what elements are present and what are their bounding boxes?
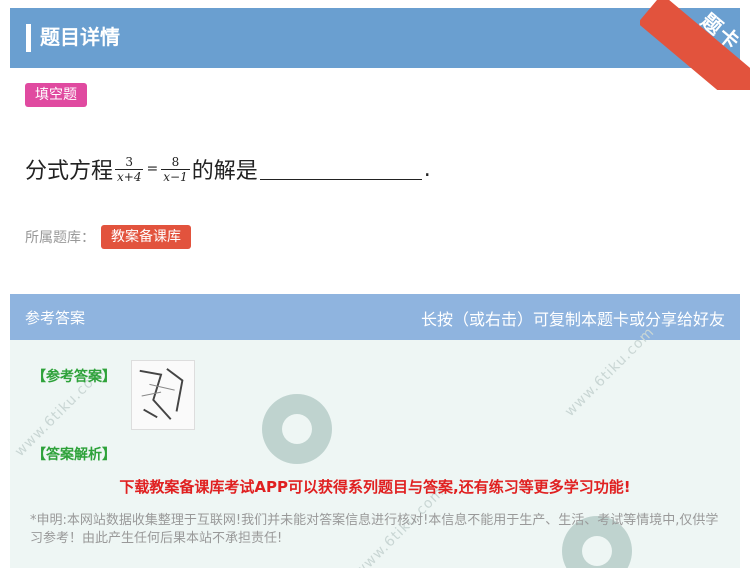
question-bank: 所属题库： 教案备课库 <box>25 225 191 249</box>
equals-sign: = <box>146 161 159 177</box>
answer-analysis-label: 【答案解析】 <box>32 447 116 463</box>
question-type-badge: 填空题 <box>25 83 87 107</box>
answer-image <box>131 360 195 430</box>
fraction-right-denominator: x−1 <box>161 168 190 184</box>
page-title: 题目详情 <box>40 25 120 49</box>
app-promo-link[interactable]: 下载教案备课库考试APP可以获得系列题目与答案,还有练习等更多学习功能! <box>10 476 740 497</box>
question-suffix: 的解是 <box>191 159 258 184</box>
fraction-right-numerator: 8 <box>171 154 180 169</box>
answer-panel: 参考答案 长按（或右击）可复制本题卡或分享给好友 www.6tiku.com w… <box>10 294 740 568</box>
question-end: . <box>423 156 431 182</box>
question-text: 分式方程 3 x+4 = 8 x−1 的解是 . <box>25 140 431 198</box>
fraction-right: 8 x−1 <box>161 154 190 184</box>
question-prefix: 分式方程 <box>25 159 114 184</box>
watermark-logo <box>262 394 332 464</box>
bank-label: 所属题库： <box>25 230 95 246</box>
answer-header: 参考答案 长按（或右击）可复制本题卡或分享给好友 <box>10 294 740 340</box>
answer-header-title: 参考答案 <box>25 309 86 327</box>
disclaimer-text: *申明:本网站数据收集整理于互联网!我们并未能对答案信息进行核对!本信息不能用于… <box>30 513 719 546</box>
fraction-left-numerator: 3 <box>125 154 134 169</box>
fraction-left-denominator: x+4 <box>115 168 144 184</box>
fraction-left: 3 x+4 <box>115 154 144 184</box>
share-hint: 长按（或右击）可复制本题卡或分享给好友 <box>420 310 725 329</box>
bank-tag-link[interactable]: 教案备课库 <box>101 225 191 249</box>
reference-answer-label: 【参考答案】 <box>32 369 116 385</box>
answer-blank <box>259 158 422 180</box>
page-header: 题目详情 <box>10 8 740 68</box>
corner-ribbon: 题卡 <box>640 0 750 90</box>
header-accent-bar <box>26 24 31 52</box>
